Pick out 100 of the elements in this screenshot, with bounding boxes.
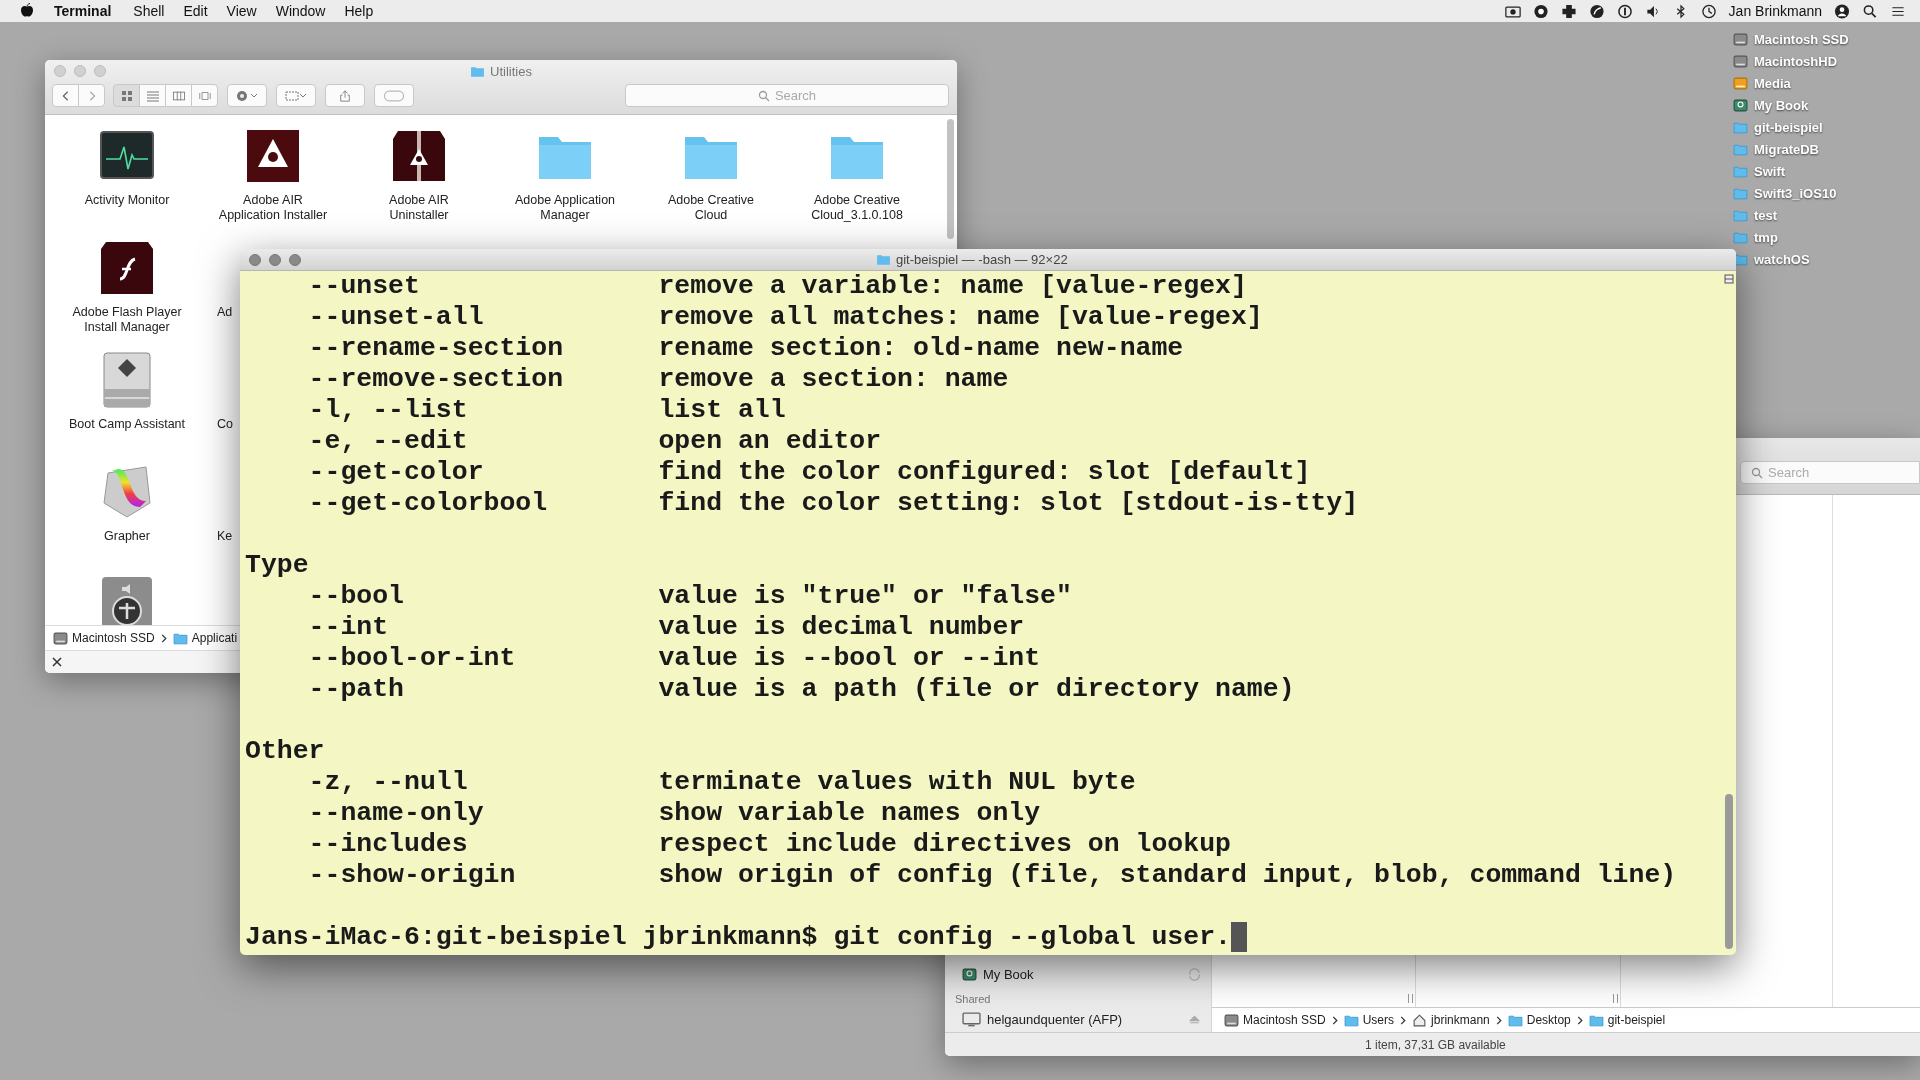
speaker-icon[interactable] [1644,3,1661,19]
file-name[interactable]: Activity Monitor [67,193,187,208]
file-name[interactable]: Boot Camp Assistant [67,417,187,432]
section-heading: Other [245,736,325,767]
file-name[interactable]: Adobe Application Manager [505,193,625,223]
chevron-icon [1495,1015,1502,1025]
file-name[interactable]: Ad [217,305,233,351]
tag-icon [383,89,405,102]
cover-flow-icon [198,89,211,102]
drive-icon [1733,97,1748,113]
option-label: --path [308,674,406,705]
plus-icon[interactable] [1560,3,1577,19]
user-icon[interactable] [1834,3,1850,19]
apple-icon[interactable] [20,3,34,19]
share-button[interactable] [325,84,365,107]
scrollbar[interactable] [1725,794,1733,949]
option-label: --name-only [308,798,485,829]
file-name[interactable]: Adobe Creative Cloud_3.1.0.108 [797,193,917,223]
view-mode-button[interactable] [139,84,166,107]
status-text: 1 item, 37,31 GB available [1365,1037,1506,1052]
app-icon [98,239,156,297]
file-name[interactable]: Ke [217,529,233,575]
sidebar-item[interactable]: My Book [945,963,1211,985]
drive-icon [1733,31,1748,47]
menu-item[interactable]: Help [344,3,374,19]
file-name[interactable]: Adobe AIR Application Installer [213,193,333,223]
option-label: --get-colorbool [308,488,549,519]
chevron-icon [1400,1015,1407,1025]
scrollbar[interactable] [947,119,954,239]
file-name[interactable]: Adobe Flash Player Install Manager [67,305,187,335]
option-description: value is --bool or --int [658,643,1041,674]
search-icon[interactable] [1862,3,1878,19]
path-item[interactable]: Macintosh SSD [1243,1013,1326,1027]
window-control[interactable] [249,253,261,266]
action-menu-button[interactable] [227,84,267,107]
path-item[interactable]: Users [1362,1013,1395,1027]
eject-icon[interactable] [1188,1012,1201,1026]
sidebar-item[interactable]: helgaundquenter (AFP) [945,1008,1211,1030]
drive-icon [53,630,68,646]
file-name[interactable]: Adobe Creative Cloud [651,193,771,223]
option-description: value is a path (file or directory name) [658,674,1295,705]
option-description: value is "true" or "false" [658,581,1072,612]
user-name[interactable]: Jan Brinkmann [1728,3,1822,19]
command-prompt: Jans-iMac-6:git-beispiel jbrinkmann$ git config --global user. [245,922,1231,953]
resize-handle[interactable] [1613,994,1618,1003]
path-item[interactable]: Applicati [191,631,238,645]
cross-icon[interactable] [51,656,63,668]
chevron-icon [1331,1015,1338,1025]
sidebar-heading: Shared [954,992,992,1007]
path-item[interactable]: jbrinkmann [1431,1013,1490,1027]
path-item[interactable]: Macintosh SSD [72,631,155,645]
option-label: --rename-section [308,333,565,364]
option-description: remove a section: name [658,364,1009,395]
app-icon [244,127,302,185]
arrange-menu-button[interactable] [276,84,316,107]
option-description: find the color setting: slot [stdout-is-tty] [658,488,1359,519]
option-label: --bool-or-int [308,643,517,674]
app-menu[interactable]: Terminal [54,3,112,19]
columns-icon [172,89,185,102]
option-description: respect include directives on lookup [658,829,1231,860]
folder-icon [876,252,891,267]
sync-icon[interactable] [1188,967,1201,981]
path-item[interactable]: git-beispiel [1607,1013,1666,1027]
window-control[interactable] [269,253,281,266]
clock-icon[interactable] [1700,3,1717,19]
option-description: show origin of config (file, standard input, blob, command line) [658,860,1677,891]
path-item[interactable]: Desktop [1526,1013,1571,1027]
option-description: remove all matches: name [value-regex] [658,302,1263,333]
view-mode-button[interactable] [191,84,218,107]
drive-icon [962,966,977,982]
drive-icon [1733,53,1748,69]
option-label: --includes [308,829,469,860]
gear-icon[interactable] [1532,3,1549,19]
info-icon[interactable] [1616,3,1633,19]
option-label: --remove-section [308,364,565,395]
text-cursor [1230,922,1247,952]
view-mode-button[interactable] [165,84,192,107]
option-label: -z, --null [308,767,469,798]
option-description: terminate values with NUL byte [658,767,1136,798]
option-description: rename section: old-name new-name [658,333,1184,364]
view-mode-button[interactable] [113,84,140,107]
grid-icon [120,89,133,102]
menu-item[interactable]: Window [275,3,326,19]
option-label: --bool [308,581,406,612]
file-name[interactable]: Grapher [67,529,187,544]
menu-item[interactable]: Edit [183,3,208,19]
camera-icon[interactable] [1504,3,1521,19]
file-name[interactable]: Co [217,417,233,463]
list-icon [146,89,159,102]
window-control[interactable] [289,253,301,266]
file-name[interactable]: Adobe AIR Uninstaller [359,193,479,223]
resize-handle[interactable] [1408,994,1413,1003]
back-button[interactable] [52,84,79,107]
menu-item[interactable]: Shell [133,3,165,19]
menu-item[interactable]: View [226,3,257,19]
forward-button[interactable] [78,84,105,107]
option-label: --unset-all [308,302,485,333]
option-description: remove a variable: name [value-regex] [658,271,1247,302]
section-heading: Type [245,550,309,581]
split-icon[interactable] [1724,274,1734,284]
